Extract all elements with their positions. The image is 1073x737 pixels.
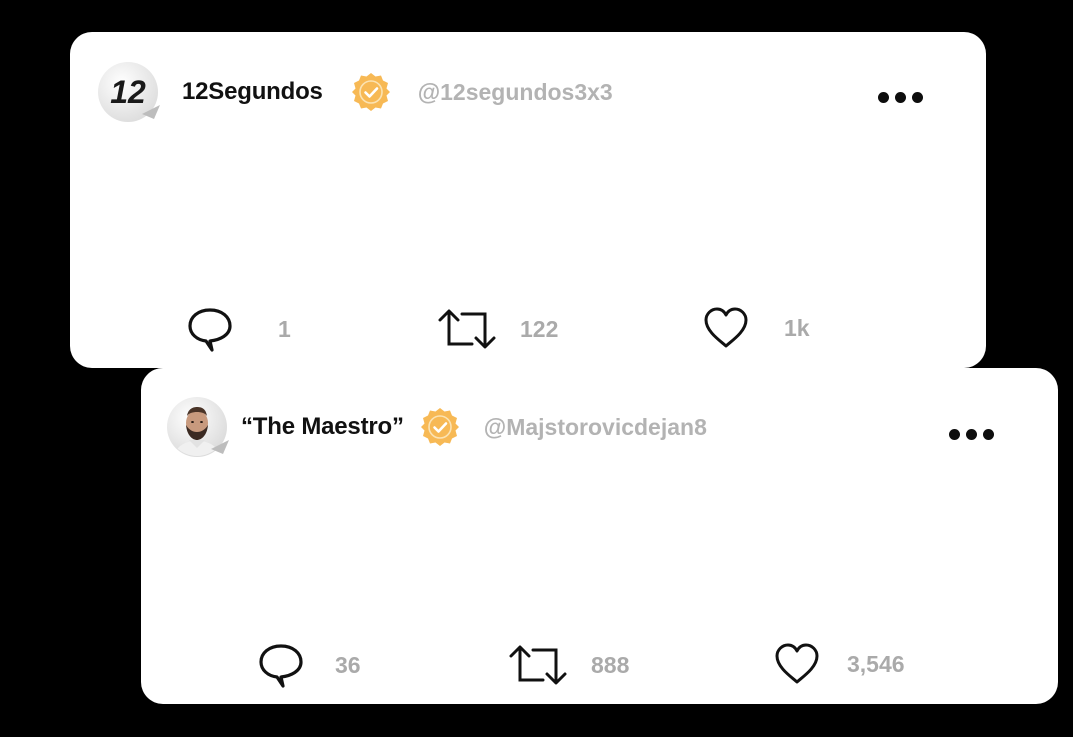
display-name[interactable]: “The Maestro” (241, 413, 404, 441)
retweet-icon (509, 645, 567, 685)
reply-button[interactable]: 1 (186, 306, 291, 352)
like-count: 3,546 (847, 650, 905, 677)
reply-icon (259, 644, 303, 688)
dot (983, 429, 994, 440)
like-button[interactable]: 3,546 (773, 642, 905, 686)
heart-icon (775, 643, 819, 684)
action-bar: 36 888 3,546 (141, 642, 1058, 692)
user-handle[interactable]: @12segundos3x3 (418, 79, 613, 106)
display-name[interactable]: 12Segundos (182, 78, 323, 106)
dot (895, 92, 906, 103)
like-count: 1k (784, 314, 810, 341)
tweet-header: “The Maestro” @Majstorovicdejan8 (167, 394, 707, 460)
verified-badge-icon (420, 407, 460, 447)
dot (912, 92, 923, 103)
reply-count: 36 (335, 651, 361, 678)
tweet-header: 12 12Segundos @12segundos3x3 (98, 59, 613, 125)
profile-photo-avatar[interactable] (167, 394, 233, 460)
dot (949, 429, 960, 440)
reply-count: 1 (278, 315, 291, 342)
12segundos-logo-icon[interactable]: 12 (98, 59, 164, 125)
retweet-count: 122 (520, 315, 559, 342)
more-dots-icon[interactable] (878, 92, 923, 103)
retweet-count: 888 (591, 651, 630, 678)
retweet-button[interactable]: 888 (507, 642, 629, 688)
verified-badge-icon (351, 72, 391, 112)
reply-button[interactable]: 36 (257, 642, 361, 688)
tweet-card: 12 12Segundos @12segundos3x3 1 122 1k (70, 32, 986, 368)
retweet-button[interactable]: 122 (436, 306, 558, 352)
dot (966, 429, 977, 440)
reply-icon (188, 308, 232, 352)
action-bar: 1 122 1k (70, 306, 986, 356)
dot (878, 92, 889, 103)
like-button[interactable]: 1k (702, 306, 810, 350)
svg-text:12: 12 (110, 74, 146, 110)
canvas: 12 12Segundos @12segundos3x3 1 122 1k “T… (0, 0, 1073, 737)
heart-icon (704, 307, 748, 348)
more-dots-icon[interactable] (949, 429, 994, 440)
tweet-card: “The Maestro” @Majstorovicdejan8 36 888 … (141, 368, 1058, 704)
retweet-icon (438, 309, 496, 349)
user-handle[interactable]: @Majstorovicdejan8 (484, 414, 707, 441)
